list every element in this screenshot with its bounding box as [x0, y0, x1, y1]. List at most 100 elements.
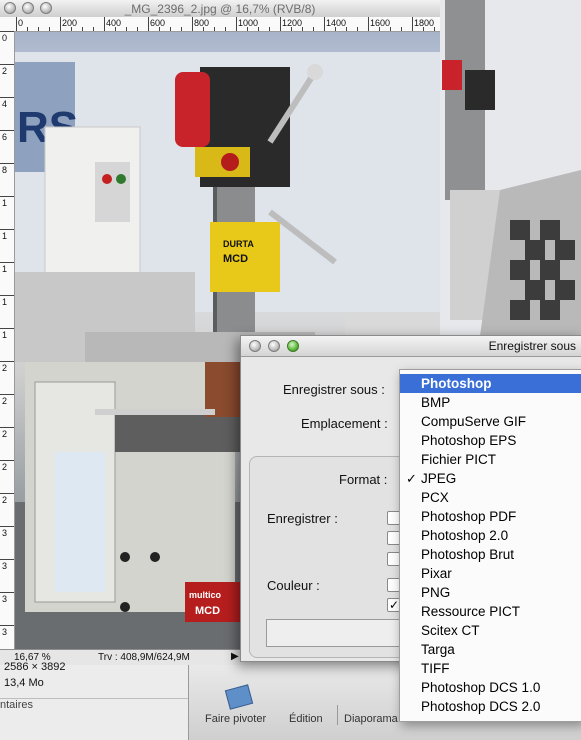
- ruler-v-label: 1: [2, 297, 8, 307]
- format-label: Format :: [339, 472, 388, 487]
- ruler-minor-tick: [225, 27, 226, 31]
- ruler-v-label: 4: [2, 99, 8, 109]
- format-option-photoshop-brut[interactable]: Photoshop Brut: [400, 545, 581, 564]
- format-option-pixar[interactable]: Pixar: [400, 564, 581, 583]
- format-option-photoshop-eps[interactable]: Photoshop EPS: [400, 431, 581, 450]
- ruler-major-tick: [104, 17, 105, 31]
- ruler-h-label: 1800: [414, 18, 435, 28]
- ruler-minor-tick: [71, 27, 72, 31]
- ruler-v-label: 1: [2, 231, 8, 241]
- ruler-major-tick: [0, 394, 14, 395]
- format-option-pcx[interactable]: PCX: [400, 488, 581, 507]
- background-photo: [440, 0, 581, 336]
- ruler-minor-tick: [49, 27, 50, 31]
- format-option-photoshop[interactable]: Photoshop: [400, 374, 581, 393]
- format-option-photoshop-pdf[interactable]: Photoshop PDF: [400, 507, 581, 526]
- format-option-jpeg[interactable]: ✓ JPEG: [400, 469, 581, 488]
- document-title: _MG_2396_2.jpg @ 16,7% (RVB/8): [124, 2, 316, 16]
- ruler-minor-tick: [302, 27, 303, 31]
- memory-info: Trv : 408,9M/624,9M: [98, 652, 190, 663]
- ruler-minor-tick: [115, 27, 116, 31]
- ruler-minor-tick: [93, 27, 94, 31]
- ruler-minor-tick: [181, 27, 182, 31]
- ruler-v-label: 2: [2, 429, 8, 439]
- ruler-minor-tick: [346, 27, 347, 31]
- rotate-button-label[interactable]: Faire pivoter: [205, 713, 266, 725]
- ruler-minor-tick: [291, 27, 292, 31]
- ruler-major-tick: [280, 17, 281, 31]
- ruler-v-label: 3: [2, 528, 8, 538]
- ruler-major-tick: [412, 17, 413, 31]
- ruler-major-tick: [0, 625, 14, 626]
- image-info-panel: 2586 × 3892 13,4 Mo ntaires: [0, 661, 188, 740]
- ruler-major-tick: [192, 17, 193, 31]
- toolbar-separator: [337, 705, 338, 725]
- format-option-tiff[interactable]: TIFF: [400, 659, 581, 678]
- slideshow-button-label[interactable]: Diaporama: [344, 713, 398, 725]
- ruler-minor-tick: [258, 27, 259, 31]
- format-option-photoshop-dcs-2[interactable]: Photoshop DCS 2.0: [400, 697, 581, 716]
- ruler-major-tick: [0, 493, 14, 494]
- image-dimensions: 2586 × 3892: [4, 661, 66, 673]
- ruler-h-label: 600: [150, 18, 166, 28]
- format-option-photoshop-2[interactable]: Photoshop 2.0: [400, 526, 581, 545]
- dialog-text-field[interactable]: [266, 619, 408, 647]
- image-file-size: 13,4 Mo: [4, 677, 44, 689]
- ruler-major-tick: [0, 196, 14, 197]
- format-option-ressource-pict[interactable]: Ressource PICT: [400, 602, 581, 621]
- photo-brand2-text: multico: [189, 590, 222, 600]
- ruler-minor-tick: [313, 27, 314, 31]
- ruler-major-tick: [0, 592, 14, 593]
- format-option-photoshop-dcs-1[interactable]: Photoshop DCS 1.0: [400, 678, 581, 697]
- format-option-png[interactable]: PNG: [400, 583, 581, 602]
- ruler-minor-tick: [170, 27, 171, 31]
- ruler-major-tick: [0, 559, 14, 560]
- ruler-major-tick: [0, 64, 14, 65]
- vertical-ruler: 0 2 4 6 8 1 1 1 1 1 2 2 2 2 2 3 3 3 3: [0, 31, 15, 649]
- save-as-label: Enregistrer sous :: [283, 382, 385, 397]
- format-option-targa[interactable]: Targa: [400, 640, 581, 659]
- ruler-minor-tick: [423, 27, 424, 31]
- ruler-major-tick: [0, 361, 14, 362]
- comments-label[interactable]: ntaires: [0, 699, 33, 711]
- ruler-v-label: 2: [2, 462, 8, 472]
- edit-button-label[interactable]: Édition: [289, 713, 323, 725]
- location-label: Emplacement :: [301, 416, 388, 431]
- ruler-major-tick: [0, 262, 14, 263]
- format-option-compuserve-gif[interactable]: CompuServe GIF: [400, 412, 581, 431]
- status-menu-arrow-icon[interactable]: ▶: [231, 651, 239, 662]
- ruler-v-label: 3: [2, 627, 8, 637]
- ruler-major-tick: [0, 295, 14, 296]
- ruler-minor-tick: [390, 27, 391, 31]
- ruler-minor-tick: [214, 27, 215, 31]
- ruler-major-tick: [0, 229, 14, 230]
- format-dropdown-menu[interactable]: Photoshop BMP CompuServe GIF Photoshop E…: [399, 369, 581, 722]
- format-option-fichier-pict[interactable]: Fichier PICT: [400, 450, 581, 469]
- ruler-v-label: 1: [2, 264, 8, 274]
- rotate-icon[interactable]: [224, 684, 254, 710]
- photo-model-text: MCD: [223, 253, 248, 265]
- save-options-label: Enregistrer :: [267, 511, 338, 526]
- ruler-h-label: 1400: [326, 18, 347, 28]
- dialog-titlebar: Enregistrer sous: [241, 336, 581, 357]
- ruler-v-label: 3: [2, 561, 8, 571]
- ruler-h-label: 1200: [282, 18, 303, 28]
- ruler-h-label: 1000: [238, 18, 259, 28]
- ruler-v-label: 6: [2, 132, 8, 142]
- ruler-major-tick: [0, 526, 14, 527]
- format-option-bmp[interactable]: BMP: [400, 393, 581, 412]
- format-option-scitex-ct[interactable]: Scitex CT: [400, 621, 581, 640]
- ruler-minor-tick: [434, 27, 435, 31]
- ruler-v-label: 2: [2, 66, 8, 76]
- ruler-v-label: 2: [2, 495, 8, 505]
- ruler-v-label: 2: [2, 363, 8, 373]
- ruler-minor-tick: [126, 27, 127, 31]
- ruler-v-label: 8: [2, 165, 8, 175]
- ruler-minor-tick: [401, 27, 402, 31]
- checkmark-icon: ✓: [406, 471, 417, 486]
- ruler-minor-tick: [247, 27, 248, 31]
- ruler-minor-tick: [357, 27, 358, 31]
- ruler-minor-tick: [203, 27, 204, 31]
- dialog-title: Enregistrer sous: [488, 339, 576, 353]
- photo-model2-text: MCD: [195, 605, 220, 617]
